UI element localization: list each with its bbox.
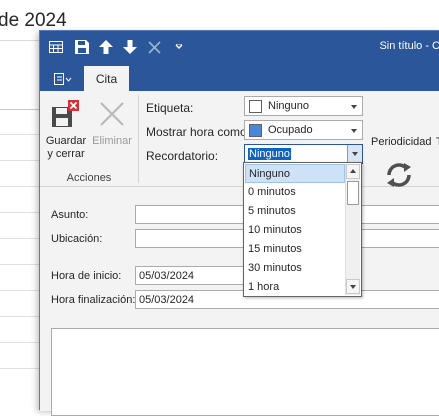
dropdown-scrollbar[interactable] xyxy=(345,164,360,295)
title-bar: Sin título - C xyxy=(40,31,439,64)
recordatorio-value: Ninguno xyxy=(248,148,291,160)
customize-toolbar-chevron-icon[interactable] xyxy=(172,37,186,57)
hora-inicio-label: Hora de inicio: xyxy=(51,270,122,282)
close-x-icon xyxy=(144,37,164,57)
recordatorio-dropdown-button[interactable] xyxy=(347,145,362,163)
calendar-date-title: de 2024 xyxy=(0,10,67,31)
calendar-row-line xyxy=(0,160,40,161)
ubicacion-label: Ubicación: xyxy=(51,233,103,245)
chevron-down-icon xyxy=(351,129,357,133)
recurrence-icon[interactable] xyxy=(383,159,415,191)
etiqueta-combo[interactable]: Ninguno xyxy=(244,96,363,116)
ribbon-tabs: Cita xyxy=(40,64,439,91)
calendar-grid-icon[interactable] xyxy=(46,37,66,57)
arrow-down-icon[interactable] xyxy=(120,37,140,57)
calendar-row-line xyxy=(0,212,40,213)
save-icon[interactable] xyxy=(72,37,92,57)
hora-fin-value: 05/03/2024 xyxy=(139,294,195,306)
calendar-row-line xyxy=(0,316,40,317)
etiqueta-label: Etiqueta: xyxy=(146,101,194,115)
calendar-row-line xyxy=(0,134,40,135)
calendar-row-line xyxy=(0,368,40,369)
dropdown-option[interactable]: 0 minutos xyxy=(245,183,345,202)
scroll-up-button[interactable] xyxy=(346,164,360,179)
window-title: Sin título - C xyxy=(379,40,439,52)
asunto-label: Asunto: xyxy=(51,209,89,221)
etiqueta-value: Ninguno xyxy=(268,100,309,112)
arrow-up-icon[interactable] xyxy=(96,37,116,57)
mostrar-hora-label: Mostrar hora como: xyxy=(146,125,251,139)
calendar-header-cell xyxy=(0,66,40,110)
appointment-form: Asunto: Ubicación: Hora de inicio: 05/03… xyxy=(40,188,439,416)
tab-cita[interactable]: Cita xyxy=(84,66,129,91)
appointment-window: Sin título - C Cita Guardar y cerrar Eli… xyxy=(39,30,439,416)
dropdown-option[interactable]: 1 hora xyxy=(245,278,345,296)
delete-icon xyxy=(99,101,129,131)
dropdown-option[interactable]: 15 minutos xyxy=(245,240,345,259)
ocupado-color-swatch xyxy=(249,124,262,137)
mostrar-hora-combo[interactable]: Ocupado xyxy=(244,120,363,140)
calendar-row-line xyxy=(0,342,40,343)
recordatorio-dropdown-list: Ninguno 0 minutos 5 minutos 10 minutos 1… xyxy=(243,162,362,297)
group-label-acciones: Acciones xyxy=(66,172,112,184)
mostrar-hora-value: Ocupado xyxy=(268,124,313,136)
save-close-button[interactable]: Guardar y cerrar xyxy=(44,135,88,161)
calendar-row-line xyxy=(0,264,40,265)
etiqueta-color-swatch xyxy=(249,100,262,113)
hora-inicio-date-input[interactable]: 05/03/2024 xyxy=(135,266,245,285)
recordatorio-combo[interactable]: Ninguno xyxy=(244,144,363,164)
hora-inicio-value: 05/03/2024 xyxy=(139,270,195,282)
chevron-down-icon xyxy=(351,105,357,109)
delete-button: Eliminar xyxy=(92,135,132,147)
dropdown-option[interactable]: Ninguno xyxy=(245,164,345,183)
hora-fin-label: Hora finalización: xyxy=(51,294,136,306)
periodicidad-button[interactable]: Periodicidad xyxy=(371,136,432,148)
scroll-down-button[interactable] xyxy=(346,279,360,294)
file-menu-button[interactable] xyxy=(46,66,80,91)
ribbon: Guardar y cerrar Eliminar Acciones Etiqu… xyxy=(40,91,439,187)
calendar-row-line xyxy=(0,186,40,187)
dropdown-option[interactable]: 30 minutos xyxy=(245,259,345,278)
recordatorio-label: Recordatorio: xyxy=(146,149,219,163)
notes-body-textarea[interactable] xyxy=(51,328,439,416)
dropdown-option[interactable]: 5 minutos xyxy=(245,202,345,221)
calendar-row-line xyxy=(0,290,40,291)
scrollbar-thumb[interactable] xyxy=(347,181,359,205)
save-close-icon[interactable] xyxy=(50,99,84,131)
calendar-row-line xyxy=(0,238,40,239)
chevron-down-icon xyxy=(352,152,358,156)
group-separator xyxy=(138,95,139,183)
dropdown-option[interactable]: 10 minutos xyxy=(245,221,345,240)
